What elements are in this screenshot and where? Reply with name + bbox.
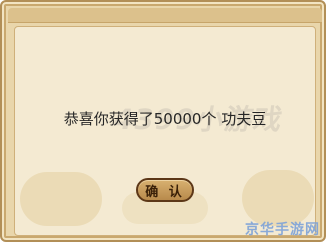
cloud-ornament-left <box>20 172 102 226</box>
cloud-ornament-right <box>242 170 314 226</box>
confirm-button-label: 确 认 <box>145 184 185 200</box>
confirm-button[interactable]: 确 认 <box>136 178 194 202</box>
brand-watermark: 京华手游网 <box>245 222 320 238</box>
dialog-title-band <box>8 8 322 23</box>
reward-message: 恭喜你获得了50000个 功夫豆 <box>63 110 267 128</box>
reward-dialog: 4399小游戏 恭喜你获得了50000个 功夫豆 确 认 <box>0 0 326 242</box>
